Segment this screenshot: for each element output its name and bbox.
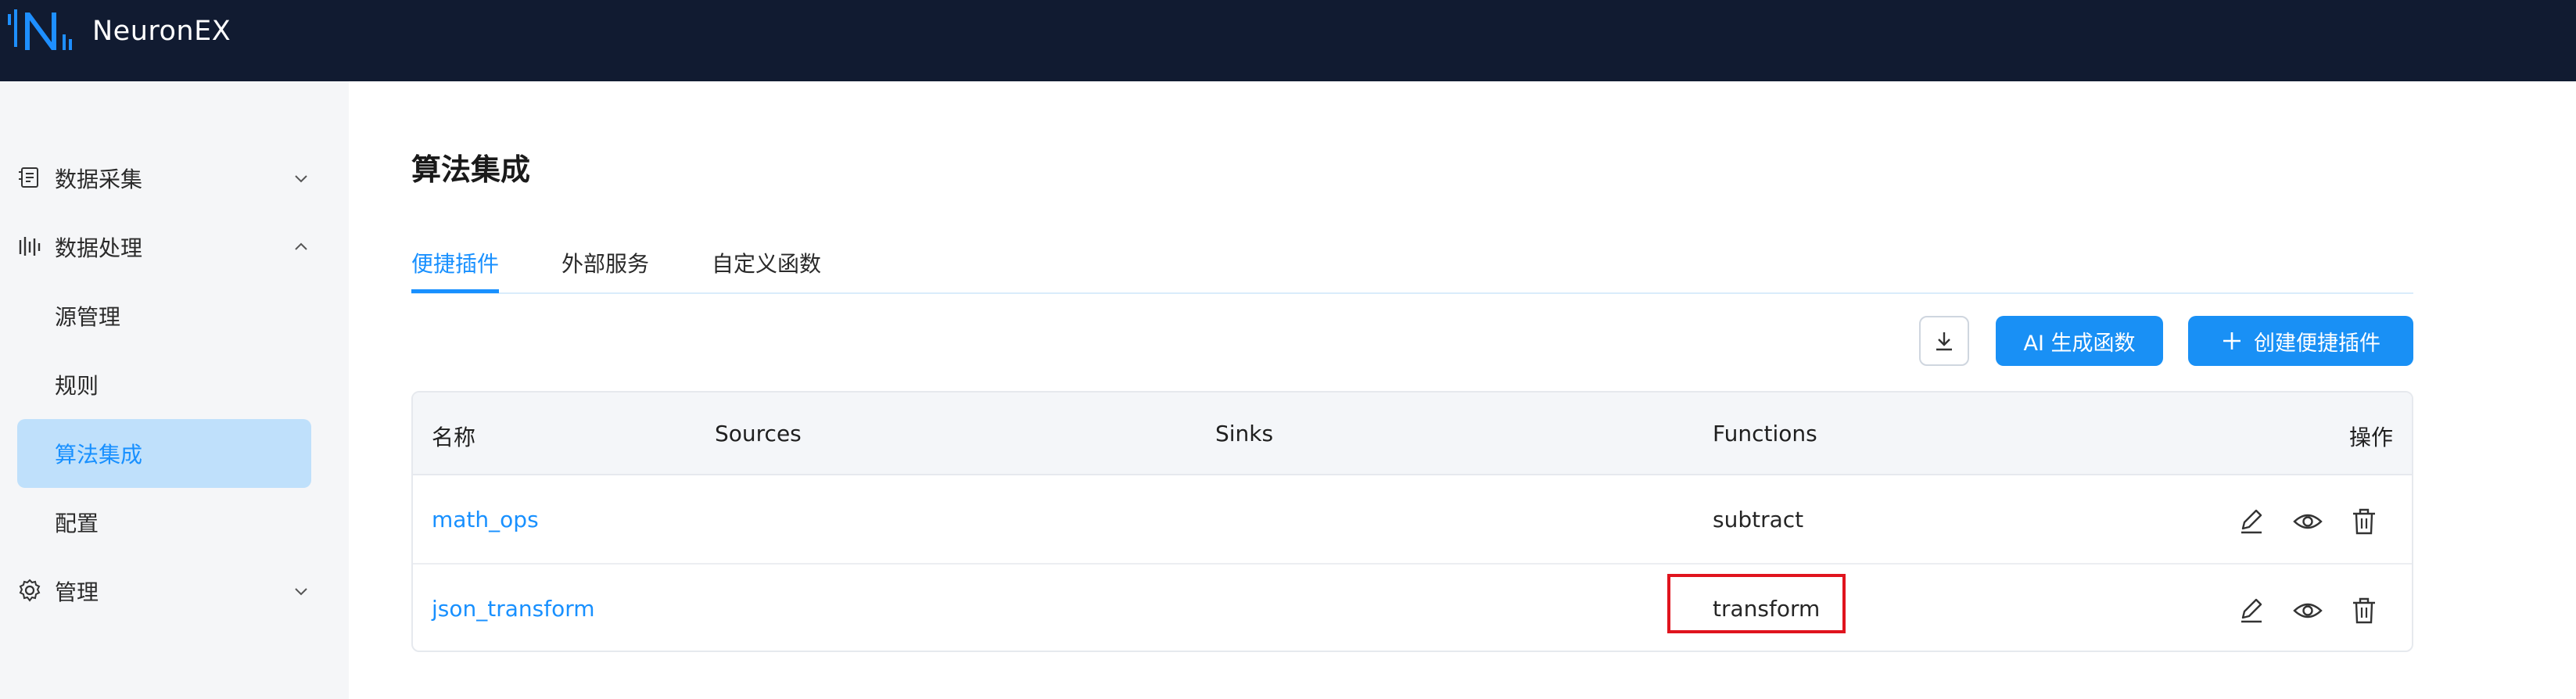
sidebar: 数据采集 数据处理 源管理 规则 算法集成 配置 管理 xyxy=(0,81,349,699)
delete-icon[interactable] xyxy=(2348,505,2380,538)
data-processing-icon xyxy=(19,237,41,256)
column-header-functions: Functions xyxy=(1713,421,1817,446)
tab-external-services[interactable]: 外部服务 xyxy=(561,247,649,278)
brand-name: NeuronEX xyxy=(92,16,231,47)
sidebar-group-label: 管理 xyxy=(55,579,99,605)
plugin-name-link[interactable]: math_ops xyxy=(432,507,539,532)
row-actions xyxy=(2235,594,2380,627)
delete-icon[interactable] xyxy=(2348,594,2380,627)
tab-convenient-plugins[interactable]: 便捷插件 xyxy=(411,247,499,278)
sidebar-group-management[interactable]: 管理 xyxy=(17,557,311,626)
view-icon[interactable] xyxy=(2291,594,2324,627)
sidebar-item-source-management[interactable]: 源管理 xyxy=(17,281,311,350)
tab-custom-functions[interactable]: 自定义函数 xyxy=(712,247,821,278)
sidebar-group-label: 数据采集 xyxy=(55,167,143,192)
plugins-table: 名称 Sources Sinks Functions 操作 math_ops s… xyxy=(411,391,2413,652)
download-button[interactable] xyxy=(1919,316,1969,366)
plugin-name-link[interactable]: json_transform xyxy=(432,596,595,622)
sidebar-group-data-collection[interactable]: 数据采集 xyxy=(17,144,311,213)
data-collection-icon xyxy=(19,167,38,188)
view-icon[interactable] xyxy=(2291,505,2324,538)
tab-bar: 便捷插件 外部服务 自定义函数 xyxy=(411,242,2413,294)
page-title: 算法集成 xyxy=(411,152,531,187)
table-row: math_ops subtract xyxy=(413,475,2412,565)
column-header-name: 名称 xyxy=(432,425,476,450)
neuronex-logo-icon xyxy=(8,9,72,50)
create-plugin-label: 创建便捷插件 xyxy=(2254,331,2380,356)
plugin-functions: subtract xyxy=(1713,507,1804,532)
chevron-down-icon xyxy=(295,175,307,183)
top-bar: NeuronEX xyxy=(0,0,2576,81)
chevron-down-icon xyxy=(295,588,307,596)
column-header-actions: 操作 xyxy=(2348,425,2393,450)
sidebar-group-label: 数据处理 xyxy=(55,235,143,261)
table-row: json_transform transform xyxy=(413,565,2412,651)
row-actions xyxy=(2235,505,2380,538)
sidebar-item-algorithm-integration[interactable]: 算法集成 xyxy=(17,419,311,488)
ai-generate-function-label: AI 生成函数 xyxy=(2023,331,2136,356)
gear-icon xyxy=(19,579,41,602)
plus-icon xyxy=(2223,332,2241,350)
chevron-up-icon xyxy=(295,242,307,250)
column-header-sources: Sources xyxy=(715,421,802,446)
column-header-sinks: Sinks xyxy=(1215,421,1274,446)
create-plugin-button[interactable]: 创建便捷插件 xyxy=(2188,316,2413,366)
ai-generate-function-button[interactable]: AI 生成函数 xyxy=(1996,316,2163,366)
sidebar-item-config[interactable]: 配置 xyxy=(17,488,311,557)
edit-icon[interactable] xyxy=(2235,594,2268,627)
download-icon xyxy=(1936,332,1952,351)
sidebar-group-data-processing[interactable]: 数据处理 xyxy=(17,213,311,281)
edit-icon[interactable] xyxy=(2235,505,2268,538)
highlight-box xyxy=(1667,574,1846,633)
table-header: 名称 Sources Sinks Functions 操作 xyxy=(413,393,2412,475)
active-tab-indicator xyxy=(411,289,499,293)
sidebar-item-rules[interactable]: 规则 xyxy=(17,350,311,419)
